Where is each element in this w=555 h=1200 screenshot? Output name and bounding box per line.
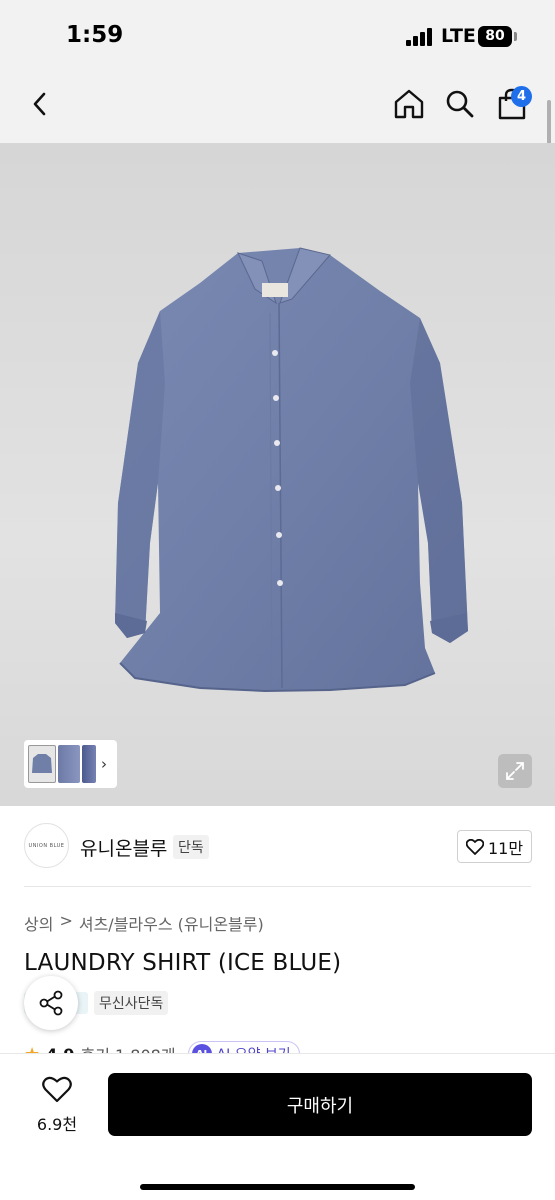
breadcrumb: 상의 > 셔츠/블라우스 (유니온블루) — [24, 911, 264, 935]
wishlist-button[interactable]: 6.9천 — [28, 1076, 86, 1136]
share-button[interactable] — [24, 976, 78, 1030]
back-button[interactable] — [22, 86, 58, 122]
brand-row: UNION BLUE 유니온블루 단독 11만 — [0, 806, 555, 886]
product-title: LAUNDRY SHIRT (ICE BLUE) — [24, 950, 342, 976]
network-type: LTE — [441, 25, 476, 47]
search-icon — [446, 90, 474, 118]
brand-like-button[interactable]: 11만 — [457, 830, 532, 863]
thumbnail-1[interactable] — [28, 745, 56, 783]
share-icon — [39, 990, 63, 1016]
brand-like-count: 11만 — [487, 838, 524, 858]
brand-name[interactable]: 유니온블루 — [80, 834, 167, 861]
shirt-thumbnail-icon — [32, 754, 52, 773]
battery-level: 80 — [485, 28, 505, 44]
expand-image-button[interactable] — [498, 754, 532, 788]
heart-icon — [465, 838, 484, 855]
signal-icon — [406, 28, 434, 46]
wishlist-count: 6.9천 — [36, 1115, 78, 1134]
review-row: ★ 4.9 후기 1,808개 AI AI 요약 보기 — [24, 1038, 324, 1054]
expand-icon — [506, 762, 524, 780]
nav-bar — [0, 70, 555, 143]
exclusive-badge: 단독 — [173, 835, 209, 859]
battery-icon: 80 — [478, 26, 512, 47]
musinsa-exclusive-tag: 무신사단독 — [94, 991, 169, 1015]
status-bar: 1:59 LTE 80 — [0, 0, 555, 70]
breadcrumb-category[interactable]: 상의 — [24, 911, 53, 935]
search-button[interactable] — [442, 86, 478, 122]
thumbnail-3[interactable] — [82, 745, 96, 783]
breadcrumb-separator: > — [59, 911, 73, 930]
shirt-image — [115, 247, 468, 693]
heart-icon — [42, 1076, 72, 1103]
thumbnail-2[interactable] — [58, 745, 80, 783]
buy-button[interactable]: 구매하기 — [108, 1073, 532, 1136]
cart-count-badge: 4 — [511, 86, 532, 107]
product-image[interactable]: › — [0, 143, 555, 806]
breadcrumb-subcategory[interactable]: 셔츠/블라우스 (유니온블루) — [79, 911, 264, 935]
thumbnail-strip[interactable]: › — [24, 740, 117, 788]
back-arrow-icon — [33, 92, 46, 116]
brand-logo[interactable]: UNION BLUE — [24, 823, 69, 868]
home-icon — [394, 89, 424, 119]
status-time: 1:59 — [66, 22, 124, 48]
home-button[interactable] — [391, 86, 427, 122]
home-indicator — [140, 1184, 415, 1190]
divider — [24, 886, 531, 887]
bottom-bar: 6.9천 구매하기 — [0, 1053, 555, 1200]
battery-cap — [514, 32, 517, 41]
brand-logo-text: UNION BLUE — [28, 842, 65, 849]
chevron-right-icon: › — [101, 755, 107, 773]
